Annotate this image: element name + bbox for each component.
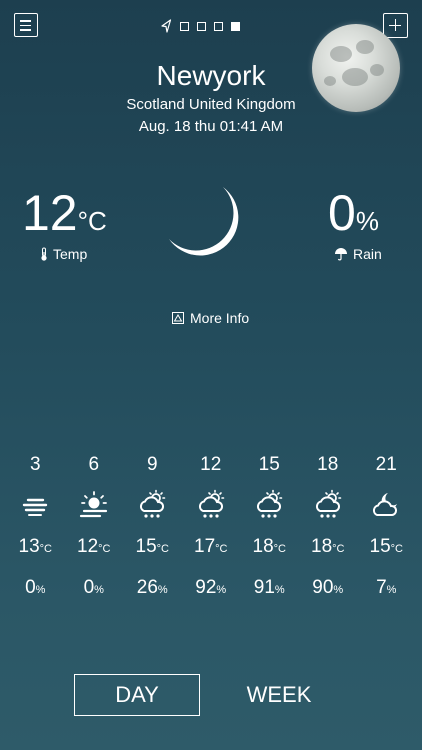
forecast-hour: 18: [317, 454, 339, 475]
sun-cloud-rain-icon: [315, 489, 342, 518]
forecast-rain-chance: 0%: [84, 576, 104, 600]
forecast-temperature-value: 15: [135, 536, 157, 557]
forecast-temperature: 15°C: [370, 535, 403, 559]
sun-cloud-rain-icon: [140, 489, 166, 518]
rain-value: 0: [328, 185, 356, 241]
page-indicator[interactable]: [160, 19, 240, 33]
more-info-label: More Info: [190, 310, 250, 326]
forecast-hour: 3: [29, 454, 41, 475]
forecast-rain-value: 90: [312, 577, 334, 598]
forecast-column: 6 12°C 0%: [65, 452, 124, 600]
forecast-column: 21 15°C 7%: [357, 452, 416, 600]
page-dot[interactable]: [180, 21, 189, 31]
moon-cloud-icon: [373, 493, 398, 516]
page-dot[interactable]: [197, 21, 206, 31]
forecast-rain-unit: %: [216, 584, 227, 596]
forecast-temperature: 17°C: [194, 535, 227, 559]
date-time: Aug. 18 thu 01:41 AM: [138, 118, 284, 135]
day-tab[interactable]: DAY: [74, 674, 200, 716]
thermometer-icon: [41, 247, 47, 261]
fog-icon: [23, 498, 48, 516]
forecast-temperature-unit: °C: [156, 543, 169, 555]
forecast-rain-value: 0: [25, 577, 36, 598]
crescent-moon-icon: [169, 187, 239, 256]
sun-cloud-rain-icon: [198, 489, 225, 518]
forecast-column: 3 13°C 0%: [6, 452, 65, 600]
forecast-temperature-unit: °C: [332, 543, 345, 555]
temp-label: Temp: [40, 246, 87, 262]
forecast-rain-value: 0: [83, 577, 95, 598]
forecast-temperature: 15°C: [136, 535, 169, 559]
forecast-temperature: 18°C: [311, 535, 344, 559]
triangle-icon: [172, 312, 184, 324]
page-dot[interactable]: [214, 21, 223, 31]
city-name: Newyork: [156, 60, 266, 91]
forecast-rain-chance: 92%: [195, 576, 226, 600]
forecast-rain-value: 92: [195, 577, 217, 598]
forecast-rain-chance: 90%: [312, 576, 343, 600]
forecast-rain-chance: 7%: [376, 576, 396, 600]
location-arrow-icon[interactable]: [160, 19, 172, 33]
forecast-rain-chance: 91%: [254, 576, 285, 600]
forecast-rain-chance: 26%: [137, 576, 168, 600]
forecast-temperature-unit: °C: [273, 543, 286, 555]
forecast-temperature: 18°C: [253, 535, 286, 559]
rain-unit: %: [355, 206, 379, 236]
forecast-temperature-unit: °C: [98, 543, 111, 555]
forecast-column: 9 15°C 26%: [123, 452, 182, 600]
temperature-unit: °C: [77, 206, 107, 236]
forecast-temperature: 12°C: [77, 535, 110, 559]
current-rain-chance: 0%: [328, 185, 379, 249]
forecast-rain-unit: %: [35, 584, 46, 596]
forecast-temperature-value: 12: [77, 536, 99, 557]
forecast-rain-unit: %: [274, 584, 285, 596]
more-info-button[interactable]: More Info: [172, 310, 249, 326]
region-name: Scotland United Kingdom: [126, 96, 296, 113]
week-tab[interactable]: WEEK: [226, 674, 332, 716]
forecast-hour: 9: [146, 454, 158, 475]
temperature-value: 12: [22, 185, 78, 241]
current-temperature: 12°C: [22, 185, 107, 249]
temp-label-text: Temp: [53, 246, 88, 262]
forecast-rain-value: 91: [253, 577, 275, 598]
forecast-temperature: 13°C: [19, 535, 52, 559]
forecast-temperature-unit: °C: [390, 543, 403, 555]
forecast-rain-unit: %: [157, 584, 168, 596]
forecast-temperature-value: 15: [369, 536, 391, 557]
forecast-temperature-value: 18: [252, 536, 274, 557]
menu-icon[interactable]: [14, 13, 38, 37]
forecast-rain-value: 26: [136, 577, 158, 598]
forecast-hour: 15: [258, 454, 280, 475]
forecast-temperature-value: 18: [311, 536, 333, 557]
add-city-icon[interactable]: [383, 13, 408, 38]
forecast-hour: 6: [88, 454, 100, 475]
forecast-rain-unit: %: [333, 584, 344, 596]
forecast-temperature-unit: °C: [215, 543, 228, 555]
forecast-rain-value: 7: [376, 577, 387, 598]
sun-haze-icon: [79, 491, 107, 518]
forecast-hour: 12: [200, 454, 222, 475]
forecast-rain-unit: %: [386, 584, 397, 596]
forecast-temperature-value: 17: [194, 536, 216, 557]
sun-cloud-rain-icon: [257, 489, 283, 518]
page-dot-active[interactable]: [231, 21, 240, 31]
forecast-column: 15 18°C 91%: [240, 452, 299, 600]
rain-label-text: Rain: [353, 246, 382, 262]
forecast-rain-chance: 0%: [25, 576, 45, 600]
hourly-forecast: 3 13°C 0% 6 12°C 0% 9 15°C 26% 12 17°C 92% 15 18°C 91%…: [6, 452, 416, 600]
forecast-hour: 21: [375, 454, 397, 475]
forecast-column: 18 18°C 90%: [299, 452, 358, 600]
forecast-rain-unit: %: [94, 584, 104, 596]
rain-label: Rain: [334, 246, 382, 262]
forecast-temperature-value: 13: [18, 536, 40, 557]
forecast-temperature-unit: °C: [39, 543, 52, 555]
forecast-column: 12 17°C 92%: [182, 452, 241, 600]
umbrella-icon: [335, 248, 347, 261]
